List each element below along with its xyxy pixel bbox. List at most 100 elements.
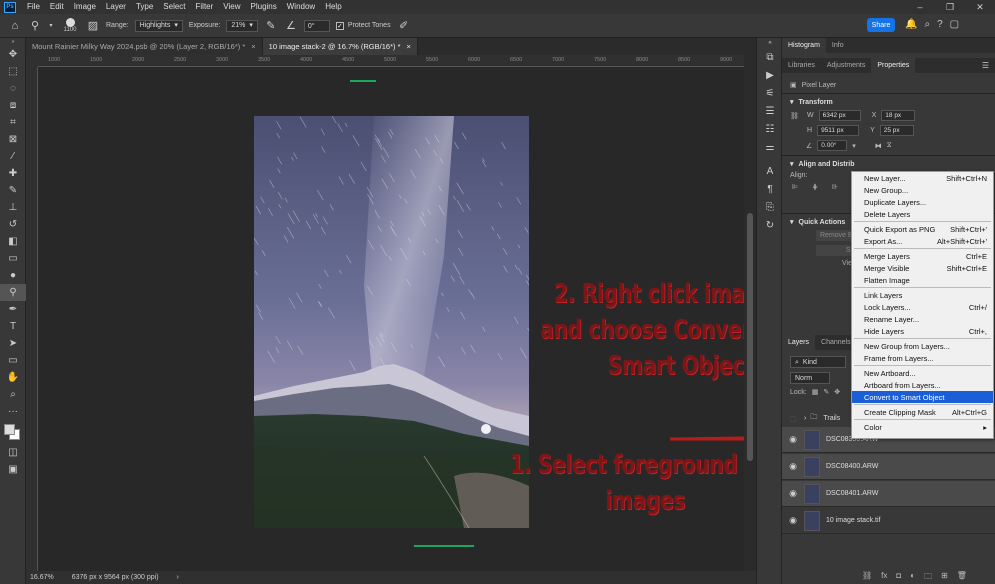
context-menu-item[interactable]: Export As... Alt+Shift+Ctrl+' [852,235,993,247]
context-menu-item[interactable]: New Group... [852,184,993,196]
scroll-thumb[interactable] [747,213,753,461]
object-select-tool-icon[interactable]: ⧈ [0,97,26,114]
healing-brush-icon[interactable]: ✚ [0,165,26,182]
fx-icon[interactable]: fx [881,571,887,584]
height-input[interactable]: 9511 px [817,125,860,136]
align-right-icon[interactable]: ⊪ [832,183,838,191]
lasso-tool-icon[interactable]: ◌ [0,80,26,97]
hand-tool-icon[interactable]: ✋ [0,369,26,386]
color-swatches[interactable] [0,420,26,444]
blend-mode-select[interactable]: Norm [790,372,830,384]
protect-tones-option[interactable]: ✓ Protect Tones [335,21,391,30]
actions-icon[interactable]: ▶ [757,66,783,84]
context-menu-item[interactable]: Lock Layers... Ctrl+/ [852,301,993,313]
glyphs-icon[interactable]: ⎘ [757,198,783,216]
maximize-icon[interactable]: ❐ [935,2,965,13]
brush-settings-icon[interactable]: ▨ [86,19,100,33]
menu-filter[interactable]: Filter [191,0,219,14]
adjustment-icon[interactable]: ◐ [910,571,915,584]
tab-info[interactable]: Info [826,38,850,53]
gradient-tool-icon[interactable]: ▭ [0,250,26,267]
workspace-icon[interactable]: ▢ [950,19,959,30]
context-menu-item[interactable]: New Layer... Shift+Ctrl+N [852,172,993,184]
close-icon[interactable]: × [407,42,411,51]
pressure-size-icon[interactable]: ✐ [397,19,411,33]
chevron-right-icon[interactable]: › [804,415,806,422]
quick-mask-icon[interactable]: ◫ [0,444,26,461]
move-tool-icon[interactable]: » [0,38,26,46]
airbrush-icon[interactable]: ✎ [264,19,278,33]
context-menu-item[interactable]: Flatten Image [852,274,993,286]
chevron-right-icon[interactable]: › [177,574,179,581]
context-menu-item[interactable]: Link Layers [852,289,993,301]
angle-input[interactable]: 0° [303,19,330,32]
context-menu-item[interactable]: Duplicate Layers... [852,196,993,208]
x-input[interactable]: 18 px [881,110,916,121]
menu-layer[interactable]: Layer [101,0,131,14]
sliders-icon[interactable]: ⚌ [757,138,783,156]
refresh-icon[interactable]: ↻ [757,216,783,234]
eyedropper-tool-icon[interactable]: ⁄ [0,148,26,165]
tab-layers[interactable]: Layers [782,335,816,350]
protect-tones-checkbox[interactable]: ✓ [335,21,344,30]
context-menu-item[interactable]: Delete Layers [852,208,993,220]
width-input[interactable]: 6342 px [818,110,861,121]
menu-select[interactable]: Select [158,0,190,14]
history-icon[interactable]: ⧉ [757,48,783,66]
menu-view[interactable]: View [218,0,245,14]
context-menu-item[interactable]: Create Clipping Mask Alt+Ctrl+G [852,406,993,418]
lock-brush-icon[interactable]: ✎ [823,388,829,396]
menu-window[interactable]: Window [282,0,320,14]
marquee-tool-icon[interactable]: ⬚ [0,63,26,80]
share-button[interactable]: Share [867,18,895,32]
paragraph-icon[interactable]: ¶ [757,180,783,198]
close-icon[interactable]: × [251,42,255,51]
zoom-tool-icon[interactable]: ⌕ [0,386,26,403]
frame-tool-icon[interactable]: ⊠ [0,131,26,148]
y-input[interactable]: 25 px [879,125,914,136]
tab-properties[interactable]: Properties [871,58,916,73]
dodge-tool-icon[interactable]: ⚲ [28,19,42,33]
foreground-color-swatch[interactable] [4,424,15,435]
clone-stamp-icon[interactable]: ⊥ [0,199,26,216]
tab-image-stack[interactable]: 10 image stack-2 @ 16.7% (RGB/16*) * × [262,38,418,55]
link-icon[interactable]: ⛓ [790,112,802,120]
flip-vertical-icon[interactable]: ⧖ [887,142,892,150]
layer-row[interactable]: ◉ DSC08401.ARW [782,481,995,507]
context-menu-item[interactable]: Hide Layers Ctrl+, [852,325,993,337]
path-select-icon[interactable]: ➤ [0,335,26,352]
trash-icon[interactable]: 🗑 [957,571,967,584]
kind-filter[interactable]: ⌕ Kind [790,356,846,368]
sliders-icon[interactable]: ☷ [757,120,783,138]
screen-mode-icon[interactable]: ▣ [0,461,26,478]
tab-libraries[interactable]: Libraries [782,58,821,73]
menu-help[interactable]: Help [320,0,346,14]
angle-input[interactable]: 0.00° [817,140,848,151]
brush-tool-icon[interactable]: ✎ [0,182,26,199]
rectangle-tool-icon[interactable]: ▭ [0,352,26,369]
brush-preset-picker[interactable]: 1100 [60,18,80,33]
lock-move-icon[interactable]: ✥ [834,388,840,396]
more-tools-icon[interactable]: ··· [0,403,26,420]
lock-transparent-icon[interactable]: ▦ [812,388,819,396]
vertical-scrollbar[interactable] [744,55,756,571]
context-menu-item[interactable]: Rename Layer... [852,313,993,325]
context-menu-item[interactable]: New Group from Layers... [852,340,993,352]
menu-type[interactable]: Type [131,0,158,14]
eye-icon[interactable]: ◉ [782,488,804,499]
minimize-icon[interactable]: – [905,2,935,13]
transform-section[interactable]: ▾ Transform [782,96,995,108]
bell-icon[interactable]: 🔔 [905,19,917,30]
eraser-tool-icon[interactable]: ◧ [0,233,26,250]
align-left-icon[interactable]: ⊫ [792,183,798,191]
menu-file[interactable]: File [22,0,45,14]
collapse-icon[interactable]: « [757,38,783,48]
menu-image[interactable]: Image [69,0,101,14]
zoom-level[interactable]: 16.67% [30,574,54,581]
link-layers-icon[interactable]: ⛓ [862,571,872,584]
context-menu-item[interactable]: Quick Export as PNG Shift+Ctrl+' [852,223,993,235]
align-center-icon[interactable]: ⋕ [812,183,818,191]
tab-mount-rainier[interactable]: Mount Rainier Milky Way 2024.psb @ 20% (… [26,38,263,55]
flip-horizontal-icon[interactable]: ⧓ [875,142,882,150]
mask-icon[interactable]: ◘ [896,571,901,584]
